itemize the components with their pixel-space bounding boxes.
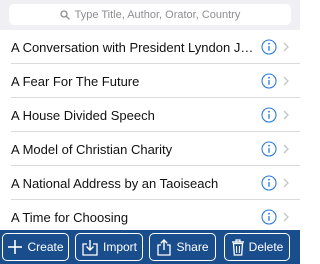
list-item-title: A Model of Christian Charity (11, 141, 173, 157)
share-button[interactable]: Share (149, 233, 216, 261)
info-icon[interactable] (261, 107, 277, 123)
list-item[interactable]: A Conversation with President Lyndon Joh… (0, 30, 300, 64)
list-item[interactable]: A House Divided Speech (0, 98, 300, 132)
plus-icon (8, 240, 23, 254)
list-item-title: A House Divided Speech (11, 107, 155, 123)
list-item-title: A Time for Choosing (11, 209, 129, 225)
chevron-right-icon (283, 76, 289, 86)
share-icon (157, 238, 172, 256)
create-button[interactable]: Create (2, 233, 69, 261)
list-item-title: A Fear For The Future (11, 73, 140, 89)
trash-icon (231, 238, 244, 256)
import-label: Import (102, 240, 137, 254)
chevron-right-icon (283, 110, 289, 120)
delete-button[interactable]: Delete (224, 233, 290, 261)
chevron-right-icon (283, 212, 289, 222)
import-button[interactable]: Import (75, 233, 143, 261)
list-item[interactable]: A National Address by an Taoiseach (0, 166, 300, 200)
search-placeholder: Type Title, Author, Orator, Country (74, 8, 241, 21)
info-icon[interactable] (261, 141, 277, 157)
info-icon[interactable] (261, 39, 277, 55)
chevron-right-icon (283, 178, 289, 188)
chevron-right-icon (283, 144, 289, 154)
info-icon[interactable] (261, 73, 277, 89)
search-input[interactable]: Type Title, Author, Orator, Country (9, 4, 291, 25)
info-icon[interactable] (261, 209, 277, 225)
chevron-right-icon (283, 42, 289, 52)
list-item[interactable]: A Model of Christian Charity (0, 132, 300, 166)
create-label: Create (27, 240, 64, 254)
list-item[interactable]: A Time for Choosing (0, 200, 300, 230)
list-item[interactable]: A Fear For The Future (0, 64, 300, 98)
speech-list: A Conversation with President Lyndon Joh… (0, 30, 300, 230)
search-bar: Type Title, Author, Orator, Country (0, 0, 300, 30)
import-tray-icon (82, 239, 98, 256)
delete-label: Delete (248, 240, 284, 254)
list-item-title: A National Address by an Taoiseach (11, 175, 219, 191)
bottom-toolbar: Create Import Share Delete (0, 230, 300, 264)
search-icon (59, 9, 70, 20)
share-label: Share (176, 240, 209, 254)
list-item-title: A Conversation with President Lyndon Joh… (11, 39, 255, 55)
info-icon[interactable] (261, 175, 277, 191)
